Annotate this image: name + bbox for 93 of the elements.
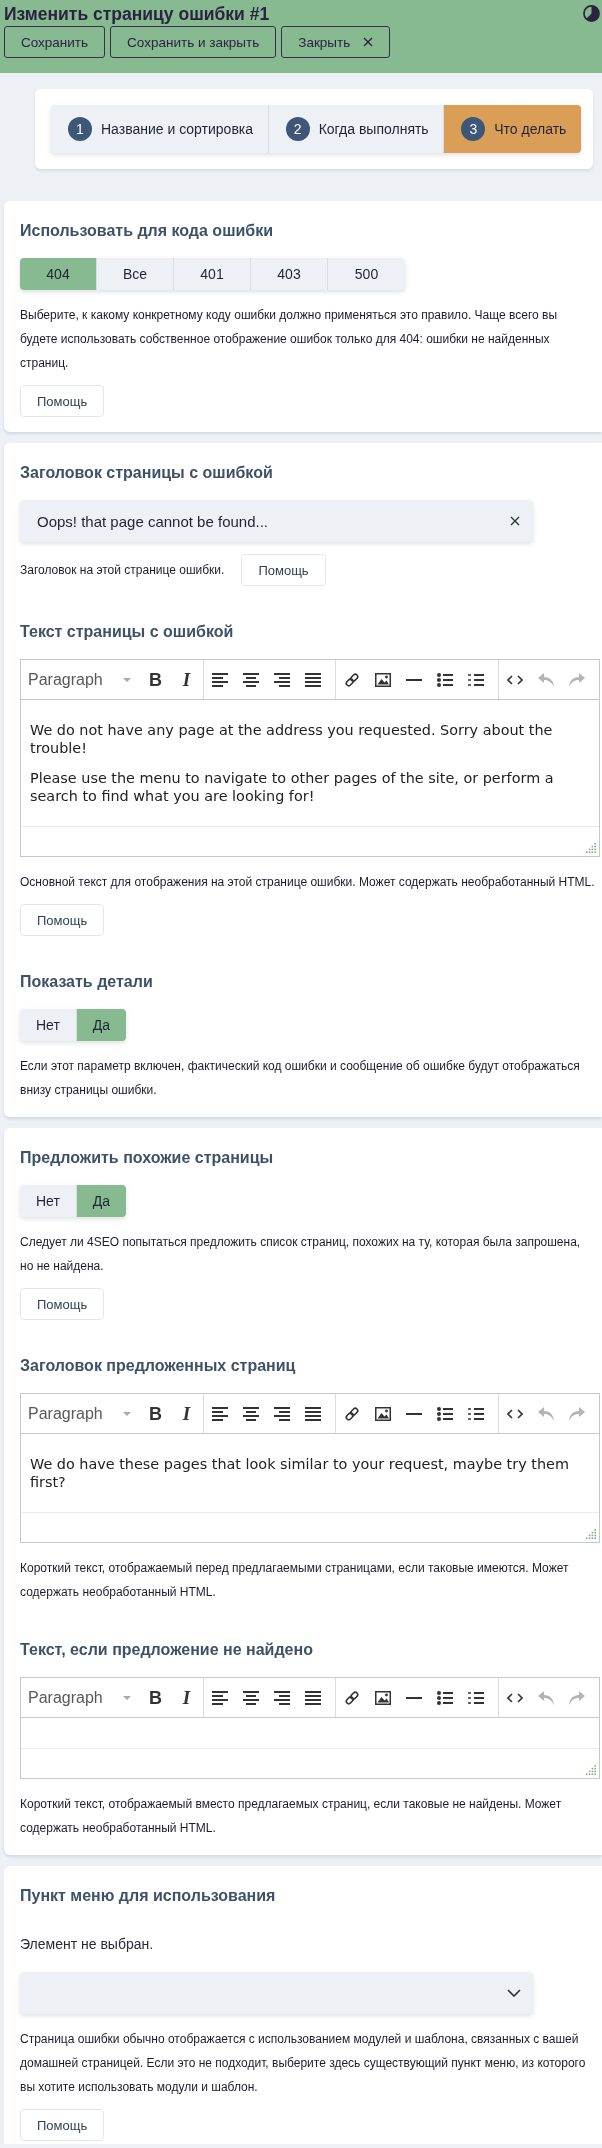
toggle-option[interactable]: Да xyxy=(76,1185,127,1217)
field-title: Показать детали xyxy=(20,972,154,992)
italic-button[interactable]: I xyxy=(182,1403,191,1424)
bold-button[interactable]: B xyxy=(149,1687,162,1708)
align-right-icon[interactable] xyxy=(273,1406,290,1421)
align-right-icon[interactable] xyxy=(273,672,290,687)
link-icon[interactable] xyxy=(343,671,360,688)
help-button[interactable]: Помощь xyxy=(20,2109,105,2141)
field-description: Если этот параметр включен, фактический код ошибки и сообщение об ошибке будут отображаться внизу страницы ошибки. xyxy=(20,1058,581,1099)
field-description: Выберите, к какому конкретному коду ошибки должно применяться это правило. Чаще всего вы будете использовать собственное отображение ошибок только для 404: ошибки не найденных страниц. xyxy=(20,307,559,372)
input-field[interactable]: Oops! that page cannot be found... xyxy=(20,500,533,542)
image-icon[interactable] xyxy=(374,1406,391,1421)
align-left-icon[interactable] xyxy=(211,1690,228,1705)
field-description: Заголовок на этой странице ошибки. xyxy=(20,562,225,579)
code-icon[interactable] xyxy=(506,674,523,685)
align-left-icon[interactable] xyxy=(211,1406,228,1421)
step-number: 2 xyxy=(285,117,310,141)
field-title: Заголовок страницы с ошибкой xyxy=(20,463,274,483)
caret-down-icon xyxy=(122,1695,131,1700)
help-button[interactable]: Помощь xyxy=(20,1288,105,1320)
justify-icon[interactable] xyxy=(304,672,321,687)
align-left-icon[interactable] xyxy=(211,672,228,687)
help-button[interactable]: Помощь xyxy=(241,554,326,586)
resize-handle-icon[interactable] xyxy=(586,1765,596,1775)
field-title: Использовать для кода ошибки xyxy=(20,221,275,241)
link-icon[interactable] xyxy=(343,1405,360,1422)
page-title: Изменить страницу ошибки #1 xyxy=(4,3,270,25)
field-description: Короткий текст, отображаемый вместо предлагаемых страниц, если таковые не найдены. Может содержать необработанный HTML. xyxy=(20,1796,563,1837)
toggle-option[interactable]: Нет xyxy=(20,1185,77,1217)
list-icon[interactable] xyxy=(467,1690,484,1705)
list-icon[interactable] xyxy=(467,1406,484,1421)
field-title: Текст, если предложение не найдено xyxy=(20,1640,314,1660)
align-center-icon[interactable] xyxy=(242,672,259,687)
field-title: Предложить похожие страницы xyxy=(20,1148,275,1168)
format-dropdown[interactable]: Paragraph xyxy=(21,1685,131,1710)
bullet-list-icon[interactable] xyxy=(436,1406,453,1421)
justify-icon[interactable] xyxy=(304,1690,321,1705)
field-description: Следует ли 4SEO попытаться предложить список страниц, похожих на ту, которая была запрошена, но не найдена. xyxy=(20,1234,582,1275)
bold-button[interactable]: B xyxy=(149,1403,162,1424)
bullet-list-icon[interactable] xyxy=(436,672,453,687)
field-title: Текст страницы с ошибкой xyxy=(20,622,235,642)
pie-icon[interactable] xyxy=(583,5,600,22)
error-code-option[interactable]: 403 xyxy=(251,258,328,290)
field-title: Пункт меню для использования xyxy=(20,1886,277,1906)
close-icon xyxy=(363,37,374,47)
step-tab[interactable]: 1 Название и сортировка xyxy=(51,105,269,153)
save-and-close-button[interactable]: Сохранить и закрыть xyxy=(110,26,277,58)
horizontal-line-icon[interactable] xyxy=(405,1412,422,1415)
list-icon[interactable] xyxy=(467,672,484,687)
field-description: Короткий текст, отображаемый перед предлагаемыми страницами, если таковые имеются. Может содержать необработанный HTML. xyxy=(20,1560,570,1601)
help-button[interactable]: Помощь xyxy=(20,904,105,936)
image-icon[interactable] xyxy=(374,1690,391,1705)
error-code-option[interactable]: 401 xyxy=(174,258,251,290)
step-number: 3 xyxy=(461,117,486,141)
italic-button[interactable]: I xyxy=(182,669,191,690)
image-icon[interactable] xyxy=(374,672,391,687)
step-number: 1 xyxy=(68,117,92,141)
editor-field[interactable]: We do not have any page at the address you requested. Sorry about the trouble! Please use the menu to navigate to other pages of the site, or perform a search to find what you are looking for! xyxy=(21,700,599,826)
toggle-option[interactable]: Нет xyxy=(20,1009,77,1041)
format-dropdown[interactable]: Paragraph xyxy=(21,1401,131,1426)
selection-status-text: Элемент не выбран. xyxy=(20,1935,155,1954)
editor-field[interactable]: We do have these pages that look similar to your request, maybe try them first? xyxy=(21,1434,599,1512)
field-description: Страница ошибки обычно отображается с использованием модулей и шаблона, связанных с вашей домашней страницей. Если это не подходит, выберите здесь существующий пункт меню, из которого вы хотите использовать модули и шаблон. xyxy=(20,2031,587,2096)
close-icon[interactable] xyxy=(510,516,520,526)
horizontal-line-icon[interactable] xyxy=(405,678,422,681)
link-icon[interactable] xyxy=(343,1689,360,1706)
italic-button[interactable]: I xyxy=(182,1687,191,1708)
justify-icon[interactable] xyxy=(304,1406,321,1421)
horizontal-line-icon[interactable] xyxy=(405,1696,422,1699)
error-code-option[interactable]: 500 xyxy=(328,258,405,290)
format-dropdown[interactable]: Paragraph xyxy=(21,667,131,692)
field-title: Заголовок предложенных страниц xyxy=(20,1356,297,1376)
resize-handle-icon[interactable] xyxy=(586,1529,596,1539)
chevron-down-icon xyxy=(507,1989,521,1997)
help-button[interactable]: Помощь xyxy=(20,385,105,417)
align-right-icon[interactable] xyxy=(273,1690,290,1705)
save-button[interactable]: Сохранить xyxy=(4,26,106,58)
dropdown-field[interactable] xyxy=(20,1972,533,2014)
toggle-option[interactable]: Да xyxy=(76,1009,127,1041)
error-code-option[interactable]: 404 xyxy=(20,258,97,290)
align-center-icon[interactable] xyxy=(242,1690,259,1705)
caret-down-icon xyxy=(122,677,131,682)
field-description: Основной текст для отображения на этой странице ошибки. Может содержать необработанный HTML. xyxy=(20,874,596,891)
resize-handle-icon[interactable] xyxy=(586,843,596,853)
caret-down-icon xyxy=(122,1411,131,1416)
align-center-icon[interactable] xyxy=(242,1406,259,1421)
code-icon[interactable] xyxy=(506,1692,523,1703)
close-button[interactable]: Закрыть xyxy=(281,26,391,58)
error-code-option[interactable]: Все xyxy=(97,258,174,290)
code-icon[interactable] xyxy=(506,1408,523,1419)
step-tab[interactable]: 3 Что делать xyxy=(444,105,581,153)
bullet-list-icon[interactable] xyxy=(436,1690,453,1705)
bold-button[interactable]: B xyxy=(149,669,162,690)
